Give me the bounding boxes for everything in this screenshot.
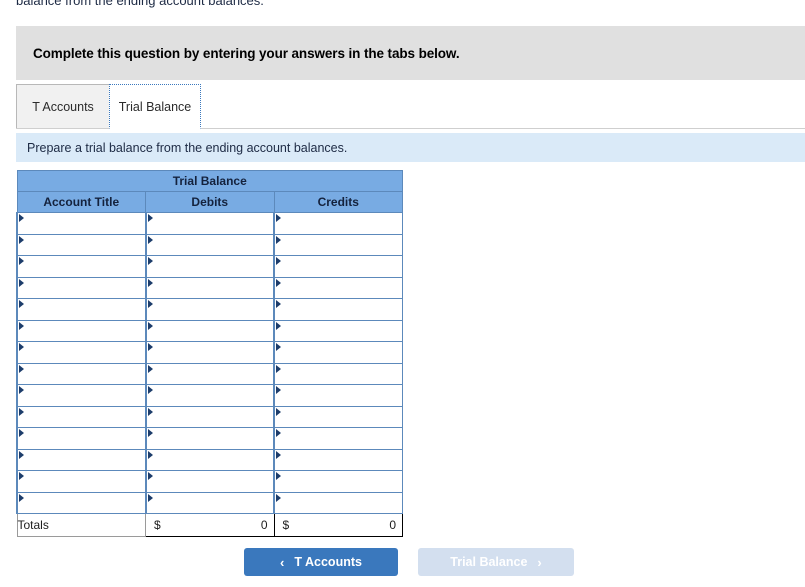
task-prompt-bar: Prepare a trial balance from the ending … (16, 133, 805, 162)
trial-balance-worksheet: Trial Balance Account Title Debits Credi… (16, 170, 403, 537)
cell-debit-input[interactable] (144, 233, 275, 256)
next-tab-button-label: Trial Balance (450, 555, 528, 569)
tab-trial-balance-label: Trial Balance (118, 99, 192, 114)
worksheet-header-row: Account Title Debits Credits (16, 191, 403, 213)
truncated-question-text: balance from the ending account balances… (16, 0, 264, 8)
instruction-banner-text: Complete this question by entering your … (33, 45, 460, 61)
totals-credit-cell: $ 0 (273, 513, 403, 537)
totals-credit-value: 0 (389, 518, 396, 532)
column-header-debits: Debits (145, 191, 275, 213)
cell-credit-input[interactable] (273, 255, 403, 278)
worksheet-row (16, 319, 403, 342)
cell-account-title-input[interactable] (16, 319, 146, 342)
totals-debit-cell: $ 0 (145, 513, 275, 537)
totals-debit-value: 0 (260, 518, 268, 532)
cell-account-title-input[interactable] (16, 427, 146, 450)
cell-credit-input[interactable] (273, 470, 403, 493)
cell-account-title-input[interactable] (16, 470, 146, 493)
cell-debit-input[interactable] (144, 405, 275, 428)
cell-credit-input[interactable] (273, 341, 403, 364)
chevron-right-icon: › (537, 554, 542, 570)
cell-account-title-input[interactable] (16, 405, 146, 428)
cell-credit-input[interactable] (273, 491, 403, 514)
tab-trial-balance[interactable]: Trial Balance (109, 84, 201, 129)
worksheet-row (16, 276, 403, 299)
cell-credit-input[interactable] (273, 233, 403, 256)
cell-debit-input[interactable] (144, 470, 275, 493)
cell-debit-input[interactable] (144, 384, 275, 407)
cell-account-title-input[interactable] (16, 362, 146, 385)
worksheet-row (16, 233, 403, 256)
cell-debit-input[interactable] (144, 319, 275, 342)
worksheet-title: Trial Balance (16, 170, 403, 192)
prev-tab-button-label: T Accounts (294, 555, 362, 569)
cell-credit-input[interactable] (273, 405, 403, 428)
tab-t-accounts[interactable]: T Accounts (16, 84, 110, 129)
column-header-account-title: Account Title (16, 191, 146, 213)
totals-row: Totals $ 0 $ 0 (16, 513, 403, 537)
cell-debit-input[interactable] (144, 276, 275, 299)
cell-credit-input[interactable] (273, 276, 403, 299)
cell-account-title-input[interactable] (16, 298, 146, 321)
worksheet-input-rows (16, 212, 403, 514)
cell-credit-input[interactable] (273, 298, 403, 321)
column-header-credits: Credits (273, 191, 403, 213)
next-tab-button: Trial Balance › (418, 548, 574, 576)
cell-account-title-input[interactable] (16, 255, 146, 278)
worksheet-title-row: Trial Balance (16, 170, 403, 192)
worksheet-row (16, 255, 403, 278)
tab-strip: T Accounts Trial Balance (16, 84, 805, 129)
worksheet-row (16, 405, 403, 428)
worksheet-row (16, 212, 403, 235)
prev-tab-button[interactable]: ‹ T Accounts (244, 548, 398, 576)
worksheet-row (16, 427, 403, 450)
worksheet-row (16, 491, 403, 514)
cell-credit-input[interactable] (273, 319, 403, 342)
cell-credit-input[interactable] (273, 212, 403, 235)
task-prompt-text: Prepare a trial balance from the ending … (27, 140, 348, 155)
cell-debit-input[interactable] (144, 362, 275, 385)
cell-account-title-input[interactable] (16, 212, 146, 235)
cell-credit-input[interactable] (273, 384, 403, 407)
worksheet-row (16, 298, 403, 321)
cell-credit-input[interactable] (273, 427, 403, 450)
worksheet-row (16, 362, 403, 385)
worksheet-row (16, 448, 403, 471)
chevron-left-icon: ‹ (280, 554, 285, 570)
totals-label: Totals (16, 513, 146, 537)
cell-account-title-input[interactable] (16, 448, 146, 471)
worksheet-row (16, 384, 403, 407)
worksheet-row (16, 341, 403, 364)
cell-account-title-input[interactable] (16, 341, 146, 364)
cell-debit-input[interactable] (144, 491, 275, 514)
cell-debit-input[interactable] (144, 255, 275, 278)
totals-credit-currency: $ (282, 518, 290, 532)
cell-account-title-input[interactable] (16, 384, 146, 407)
cell-account-title-input[interactable] (16, 276, 146, 299)
cell-credit-input[interactable] (273, 448, 403, 471)
cell-debit-input[interactable] (144, 212, 275, 235)
cell-debit-input[interactable] (144, 448, 275, 471)
cell-debit-input[interactable] (144, 427, 275, 450)
cell-account-title-input[interactable] (16, 233, 146, 256)
worksheet-navigation: ‹ T Accounts Trial Balance › (244, 548, 574, 576)
tab-t-accounts-label: T Accounts (32, 100, 94, 114)
cell-credit-input[interactable] (273, 362, 403, 385)
instruction-banner: Complete this question by entering your … (16, 26, 805, 80)
worksheet-row (16, 470, 403, 493)
cell-debit-input[interactable] (144, 298, 275, 321)
cell-debit-input[interactable] (144, 341, 275, 364)
cell-account-title-input[interactable] (16, 491, 146, 514)
totals-debit-currency: $ (154, 518, 161, 532)
